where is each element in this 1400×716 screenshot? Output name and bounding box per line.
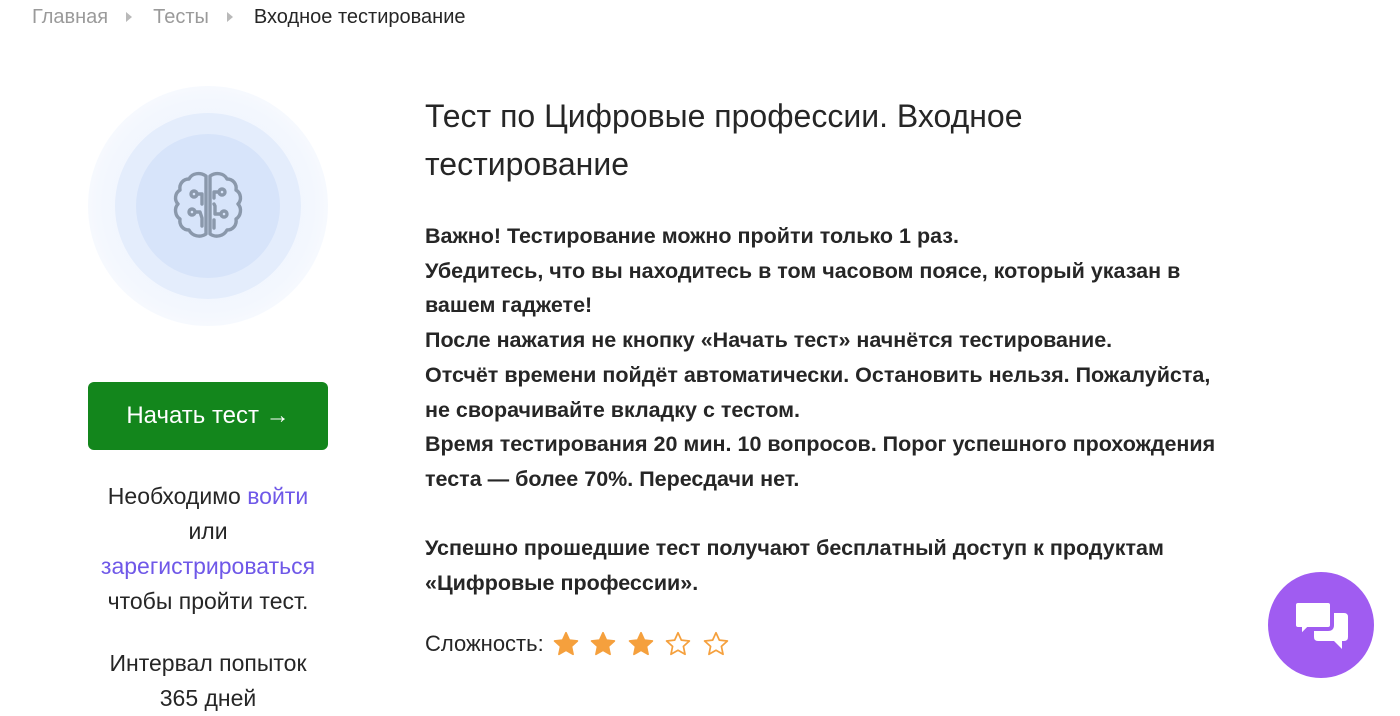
breadcrumb-item-home[interactable]: Главная [32,6,108,29]
test-description: Важно! Тестирование можно пройти только … [425,219,1325,601]
description-line: теста — более 70%. Пересдачи нет. [425,466,800,491]
test-illustration [88,86,328,326]
description-line: Время тестирования 20 мин. 10 вопросов. … [425,432,1216,457]
auth-note: Необходимо войти или зарегистрироваться … [60,479,356,619]
chat-bubbles-icon [1292,599,1348,649]
description-spacer [425,497,1325,532]
star-filled-icon [628,631,653,656]
login-link[interactable]: войти [247,483,308,509]
auth-suffix: чтобы пройти тест. [107,588,309,614]
breadcrumb-separator-icon [226,12,233,22]
auth-note-line-1: Необходимо войти [60,479,356,514]
start-test-button[interactable]: Начать тест → [88,382,328,450]
breadcrumb-separator-icon [126,12,133,22]
description-line: не сворачивайте вкладку с тестом. [425,397,801,422]
star-empty-icon [665,631,691,656]
attempt-interval-value: 365 дней [159,685,257,711]
difficulty-rating: Сложность: [425,628,740,660]
benefit-line: «Цифровые профессии». [425,571,699,596]
page-title: Тест по Цифровые профессии. Входное тест… [425,98,1023,182]
star-empty-icon [703,631,728,656]
brain-icon [173,171,243,238]
breadcrumb: Главная Тесты Входное тестирование [32,4,465,30]
description-line: После нажатия не кнопку «Начать тест» на… [425,328,1113,353]
difficulty-label: Сложность: [425,631,544,656]
description-line: Важно! Тестирование можно пройти только … [425,224,959,248]
description-line: Убедитесь, что вы находитесь в том часов… [425,258,1181,283]
breadcrumb-item-current: Входное тестирование [253,5,466,28]
star-filled-icon [590,631,616,656]
attempt-interval-label: Интервал попыток [109,650,307,676]
attempt-interval: Интервал попыток 365 дней [60,646,356,716]
star-filled-icon [553,631,578,656]
chat-widget-button[interactable] [1268,572,1374,678]
auth-prefix: Необходимо [107,483,241,509]
benefit-line: Успешно прошедшие тест получают бесплатн… [425,536,1164,561]
auth-or: или [188,518,228,544]
difficulty-stars [553,631,741,657]
description-line: вашем гаджете! [425,293,593,318]
description-line: Отсчёт времени пойдёт автоматически. Ост… [425,362,1211,387]
register-link[interactable]: зарегистрироваться [60,549,356,584]
breadcrumb-item-tests[interactable]: Тесты [153,6,209,29]
